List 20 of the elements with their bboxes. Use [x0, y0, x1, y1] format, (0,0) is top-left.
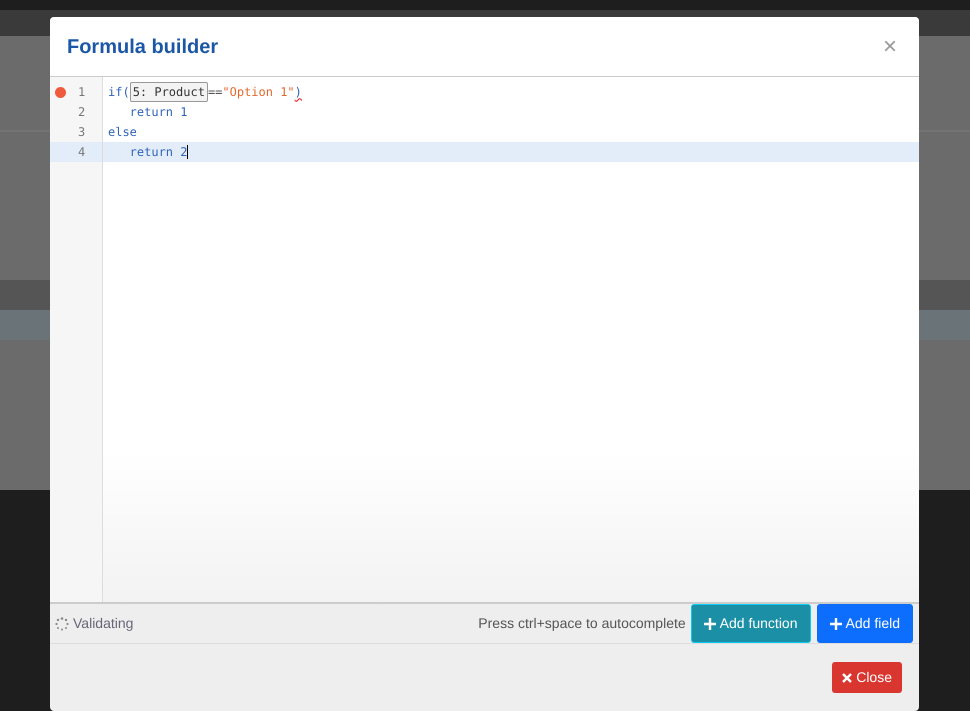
- dialog-title: Formula builder: [67, 34, 218, 60]
- add-function-button[interactable]: Add function: [690, 604, 811, 643]
- plus-icon: [830, 618, 842, 630]
- line-number: 2: [78, 104, 86, 122]
- code-editor[interactable]: 1 2 3 4 if( 5: Product =="Option 1") return 1 else return 2: [50, 77, 919, 604]
- code-line: if( 5: Product =="Option 1"): [103, 82, 919, 102]
- code-line: return 1: [128, 104, 188, 122]
- autocomplete-hint: Press ctrl+space to autocomplete: [478, 614, 686, 633]
- line-number: 3: [78, 124, 86, 142]
- spinner-icon: [55, 616, 69, 630]
- close-icon: [842, 672, 852, 682]
- plus-icon: [704, 618, 716, 630]
- line-number: 4: [78, 144, 86, 162]
- code-line: else: [107, 124, 138, 142]
- validation-status: Validating: [73, 614, 134, 633]
- line-number: 1: [78, 84, 86, 102]
- close-button[interactable]: ×: [878, 34, 901, 59]
- close-button[interactable]: Close: [832, 662, 902, 693]
- error-marker-icon: [55, 86, 66, 98]
- add-field-button[interactable]: Add field: [816, 604, 913, 643]
